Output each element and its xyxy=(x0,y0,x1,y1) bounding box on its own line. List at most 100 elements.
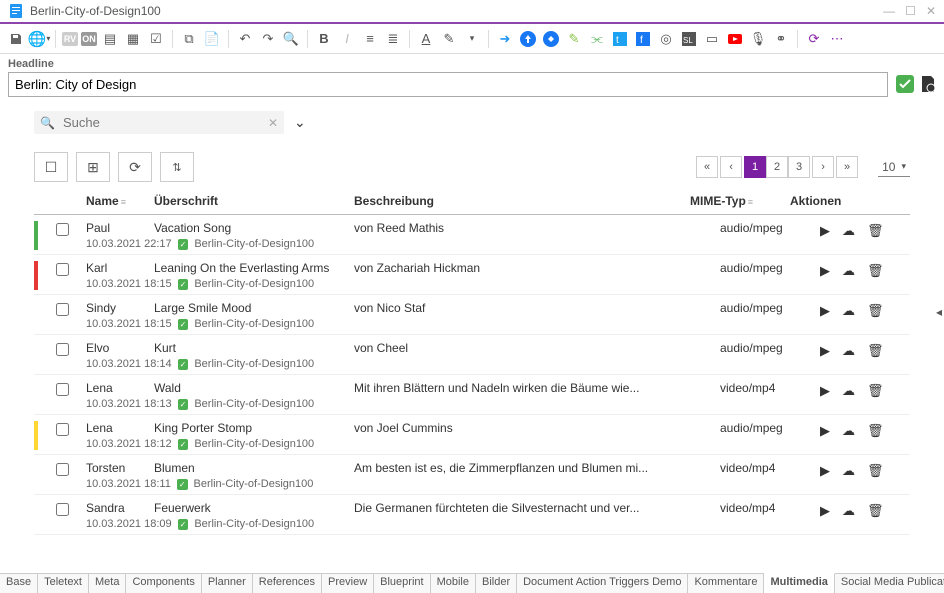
play-icon[interactable]: ▶ xyxy=(820,503,830,519)
tab-preview[interactable]: Preview xyxy=(322,574,374,593)
numbered-list-icon[interactable]: ≡ xyxy=(360,29,380,49)
delete-icon[interactable]: 🗑 xyxy=(867,223,884,239)
row-checkbox[interactable] xyxy=(56,503,69,516)
globe-icon[interactable]: 🌐▾ xyxy=(29,29,49,49)
fb-share-icon[interactable] xyxy=(518,29,538,49)
page-2[interactable]: 2 xyxy=(766,156,788,178)
play-icon[interactable]: ▶ xyxy=(820,303,830,319)
youtube-icon[interactable] xyxy=(725,29,745,49)
row-source[interactable]: Berlin-City-of-Design100 xyxy=(194,438,314,450)
status-doc-icon[interactable] xyxy=(920,75,936,93)
on-badge[interactable]: ON xyxy=(81,32,97,46)
tv-icon[interactable]: ▭ xyxy=(702,29,722,49)
social-share-icon[interactable]: ➜ xyxy=(495,29,515,49)
tab-mobile[interactable]: Mobile xyxy=(431,574,476,593)
row-checkbox[interactable] xyxy=(56,223,69,236)
delete-icon[interactable]: 🗑 xyxy=(867,503,884,519)
col-title[interactable]: Überschrift xyxy=(154,194,218,208)
bullet-list-icon[interactable]: ≣ xyxy=(383,29,403,49)
row-checkbox[interactable] xyxy=(56,263,69,276)
zoom-icon[interactable]: 🔍 xyxy=(281,29,301,49)
row-source[interactable]: Berlin-City-of-Design100 xyxy=(194,518,314,530)
tab-multimedia[interactable]: Multimedia xyxy=(764,573,834,593)
row-source[interactable]: Berlin-City-of-Design100 xyxy=(194,358,314,370)
page-next[interactable]: › xyxy=(812,156,834,178)
col-mime[interactable]: MIME-Typ xyxy=(690,194,746,208)
col-desc[interactable]: Beschreibung xyxy=(354,194,434,208)
tab-bilder[interactable]: Bilder xyxy=(476,574,517,593)
download-icon[interactable]: ☁ xyxy=(842,383,855,399)
tab-base[interactable]: Base xyxy=(0,574,38,593)
mic-icon[interactable]: 🎙 xyxy=(748,29,768,49)
facebook-icon[interactable]: f xyxy=(633,29,653,49)
edit-social-icon[interactable]: ✎ xyxy=(564,29,584,49)
select-all-checkbox[interactable]: ☐ xyxy=(34,152,68,182)
page-3[interactable]: 3 xyxy=(788,156,810,178)
maximize-button[interactable]: ☐ xyxy=(905,4,916,18)
page-1[interactable]: 1 xyxy=(744,156,766,178)
tab-planner[interactable]: Planner xyxy=(202,574,253,593)
clear-search-icon[interactable]: ✕ xyxy=(268,116,278,130)
row-checkbox[interactable] xyxy=(56,303,69,316)
refresh-icon[interactable]: ⟳ xyxy=(804,29,824,49)
save-icon[interactable] xyxy=(6,29,26,49)
minimize-button[interactable]: — xyxy=(883,4,895,18)
twitter-icon[interactable]: t xyxy=(610,29,630,49)
search-box[interactable]: 🔍 ✕ xyxy=(34,111,284,134)
italic-icon[interactable]: I xyxy=(337,29,357,49)
delete-icon[interactable]: 🗑 xyxy=(867,303,884,319)
play-icon[interactable]: ▶ xyxy=(820,223,830,239)
download-icon[interactable]: ☁ xyxy=(842,303,855,319)
share-icon[interactable]: ⫘ xyxy=(587,29,607,49)
bold-icon[interactable]: B xyxy=(314,29,334,49)
play-icon[interactable]: ▶ xyxy=(820,463,830,479)
download-icon[interactable]: ☁ xyxy=(842,343,855,359)
page-last[interactable]: » xyxy=(836,156,858,178)
cluster-icon[interactable]: ⚭ xyxy=(771,29,791,49)
tab-components[interactable]: Components xyxy=(126,574,201,593)
col-name[interactable]: Name xyxy=(86,194,119,208)
row-source[interactable]: Berlin-City-of-Design100 xyxy=(194,398,314,410)
checkbox-icon[interactable]: ☑ xyxy=(146,29,166,49)
play-icon[interactable]: ▶ xyxy=(820,343,830,359)
download-icon[interactable]: ☁ xyxy=(842,223,855,239)
messenger-icon[interactable] xyxy=(541,29,561,49)
expand-search-icon[interactable]: ⌄ xyxy=(294,114,306,131)
row-source[interactable]: Berlin-City-of-Design100 xyxy=(194,478,314,490)
play-icon[interactable]: ▶ xyxy=(820,423,830,439)
tab-meta[interactable]: Meta xyxy=(89,574,126,593)
tab-blueprint[interactable]: Blueprint xyxy=(374,574,430,593)
redo-icon[interactable]: ↷ xyxy=(258,29,278,49)
tab-references[interactable]: References xyxy=(253,574,322,593)
tab-social-media-publications[interactable]: Social Media Publications xyxy=(835,574,944,593)
row-checkbox[interactable] xyxy=(56,343,69,356)
download-icon[interactable]: ☁ xyxy=(842,263,855,279)
row-source[interactable]: Berlin-City-of-Design100 xyxy=(194,278,314,290)
row-checkbox[interactable] xyxy=(56,463,69,476)
headline-input[interactable] xyxy=(8,72,888,97)
side-panel-handle[interactable]: ◂ xyxy=(934,297,944,327)
close-button[interactable]: ✕ xyxy=(926,4,936,18)
add-item-button[interactable]: ⊞ xyxy=(76,152,110,182)
instagram-icon[interactable]: ◎ xyxy=(656,29,676,49)
rv-badge[interactable]: RV xyxy=(62,32,78,46)
download-icon[interactable]: ☁ xyxy=(842,463,855,479)
delete-icon[interactable]: 🗑 xyxy=(867,463,884,479)
font-icon[interactable]: A xyxy=(416,29,436,49)
undo-icon[interactable]: ↶ xyxy=(235,29,255,49)
delete-icon[interactable]: 🗑 xyxy=(867,423,884,439)
play-icon[interactable]: ▶ xyxy=(820,263,830,279)
delete-icon[interactable]: 🗑 xyxy=(867,263,884,279)
strikethrough-icon[interactable]: ✎ xyxy=(439,29,459,49)
page-size-select[interactable]: 10▾ xyxy=(878,158,910,177)
row-checkbox[interactable] xyxy=(56,423,69,436)
tab-teletext[interactable]: Teletext xyxy=(38,574,89,593)
paste-icon[interactable]: 📄 xyxy=(202,29,222,49)
download-icon[interactable]: ☁ xyxy=(842,503,855,519)
download-icon[interactable]: ☁ xyxy=(842,423,855,439)
play-icon[interactable]: ▶ xyxy=(820,383,830,399)
more-icon[interactable]: ⋯ xyxy=(827,29,847,49)
copy-icon[interactable]: ⧉ xyxy=(179,29,199,49)
dropdown-icon[interactable]: ▾ xyxy=(462,29,482,49)
row-source[interactable]: Berlin-City-of-Design100 xyxy=(194,238,314,250)
